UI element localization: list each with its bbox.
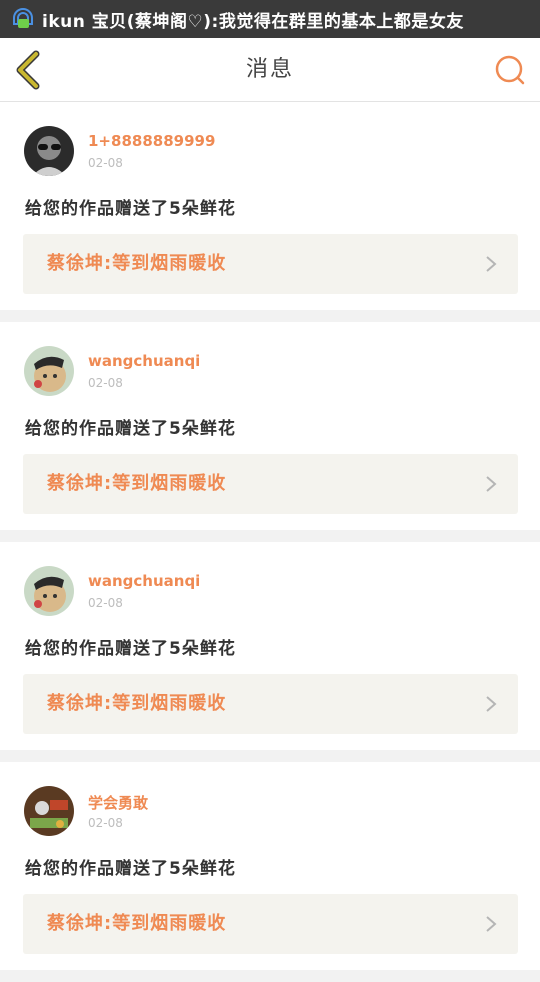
username[interactable]: wangchuanqi [88,572,200,590]
chevron-right-icon [486,256,497,272]
message-text: 给您的作品赠送了5朵鲜花 [25,639,236,659]
status-bar: ikun 宝贝(蔡坤阁♡):我觉得在群里的基本上都是女友 [0,0,540,38]
work-title: 蔡徐坤:等到烟雨暖收 [47,473,227,494]
message-date: 02-08 [88,376,123,390]
search-icon[interactable] [492,52,528,88]
work-link[interactable]: 蔡徐坤:等到烟雨暖收 [23,454,518,514]
avatar[interactable] [24,566,74,616]
message-date: 02-08 [88,596,123,610]
username[interactable]: wangchuanqi [88,352,200,370]
work-link[interactable]: 蔡徐坤:等到烟雨暖收 [23,674,518,734]
notification-text: ikun 宝贝(蔡坤阁♡):我觉得在群里的基本上都是女友 [42,11,464,32]
avatar-cat-photo [24,346,74,396]
message-card: wangchuanqi 02-08 给您的作品赠送了5朵鲜花 蔡徐坤:等到烟雨暖… [0,542,540,750]
work-link[interactable]: 蔡徐坤:等到烟雨暖收 [23,894,518,954]
username[interactable]: 学会勇敢 [88,792,148,813]
message-card: wangchuanqi 02-08 给您的作品赠送了5朵鲜花 蔡徐坤:等到烟雨暖… [0,322,540,530]
work-link[interactable]: 蔡徐坤:等到烟雨暖收 [23,234,518,294]
nav-bar: 消息 [0,38,540,102]
message-date: 02-08 [88,816,123,830]
chat-bubble-icon [13,7,33,28]
message-text: 给您的作品赠送了5朵鲜花 [25,199,236,219]
message-date: 02-08 [88,156,123,170]
chevron-right-icon [486,916,497,932]
message-list: 1+8888889999 02-08 给您的作品赠送了5朵鲜花 蔡徐坤:等到烟雨… [0,102,540,982]
message-text: 给您的作品赠送了5朵鲜花 [25,419,236,439]
work-title: 蔡徐坤:等到烟雨暖收 [47,253,227,274]
work-title: 蔡徐坤:等到烟雨暖收 [47,913,227,934]
avatar[interactable] [24,786,74,836]
work-title: 蔡徐坤:等到烟雨暖收 [47,693,227,714]
avatar[interactable] [24,346,74,396]
message-card: 学会勇敢 02-08 给您的作品赠送了5朵鲜花 蔡徐坤:等到烟雨暖收 [0,762,540,970]
username[interactable]: 1+8888889999 [88,132,215,150]
chevron-right-icon [486,476,497,492]
avatar-food-photo [24,786,74,836]
avatar-cat-photo [24,566,74,616]
avatar[interactable] [24,126,74,176]
message-card: 1+8888889999 02-08 给您的作品赠送了5朵鲜花 蔡徐坤:等到烟雨… [0,102,540,310]
page-title: 消息 [245,57,294,82]
message-text: 给您的作品赠送了5朵鲜花 [25,859,236,879]
chevron-right-icon [486,696,497,712]
avatar-bw-photo [24,126,74,176]
